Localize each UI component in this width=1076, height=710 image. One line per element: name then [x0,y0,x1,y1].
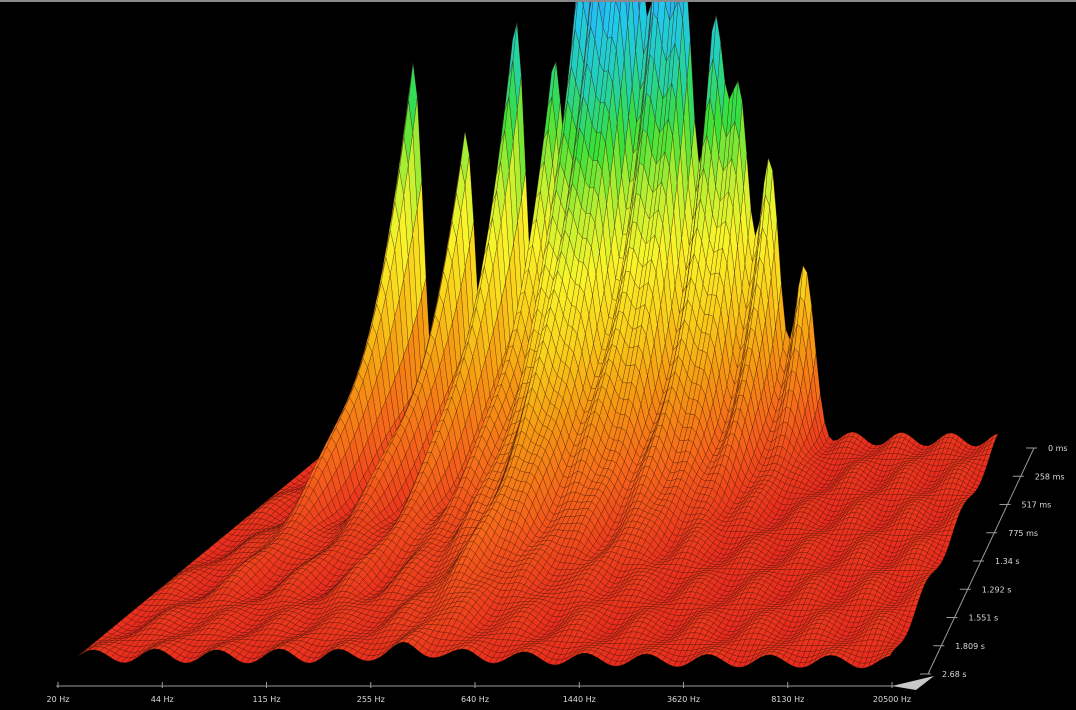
waterfall-plot: 20 Hz44 Hz115 Hz255 Hz640 Hz1440 Hz3620 … [0,2,1076,710]
waterfall-plot-window: 20 Hz44 Hz115 Hz255 Hz640 Hz1440 Hz3620 … [0,0,1076,708]
waterfall-surface [78,2,998,668]
